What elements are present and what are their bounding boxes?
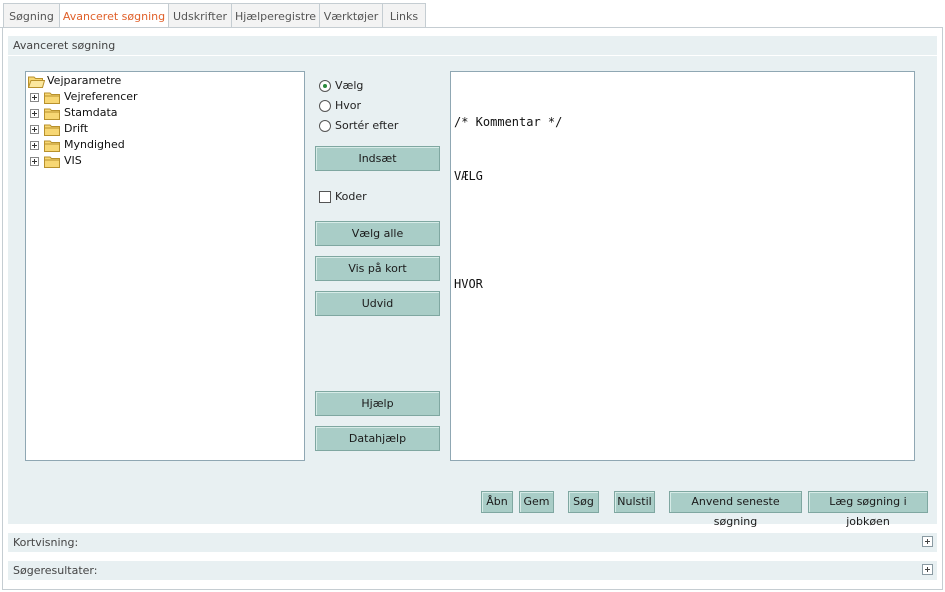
radio-where[interactable]: Hvor [319, 98, 429, 114]
tree-node-label: Myndighed [64, 138, 125, 151]
editor-line: VÆLG [454, 169, 483, 183]
tree-node-label: Vejreferencer [64, 90, 138, 103]
query-editor[interactable]: /* Kommentar */ VÆLG HVOR [450, 71, 915, 461]
expand-plus-icon[interactable] [30, 141, 39, 150]
search-button[interactable]: Søg [568, 491, 599, 513]
tree-node-label: VIS [64, 154, 82, 167]
select-all-button[interactable]: Vælg alle [315, 221, 440, 246]
tab-help-registers[interactable]: Hjælperegistre [231, 3, 320, 28]
tab-advanced-search[interactable]: Avanceret søgning [59, 3, 169, 29]
folder-icon [44, 140, 60, 152]
folder-icon [44, 92, 60, 104]
folder-icon [44, 156, 60, 168]
tree-root-label: Vejparametre [47, 74, 122, 87]
help-button[interactable]: Hjælp [315, 391, 440, 416]
editor-line: /* Kommentar */ [454, 115, 563, 129]
radio-label: Sortér efter [335, 119, 399, 132]
open-button[interactable]: Åbn [481, 491, 513, 513]
editor-line: HVOR [454, 277, 483, 291]
tab-links[interactable]: Links [382, 3, 426, 28]
save-button[interactable]: Gem [519, 491, 554, 513]
codes-checkbox-row[interactable]: Koder [319, 189, 399, 205]
parameter-tree[interactable]: Vejparametre Vejreferencer Stamdata Drif… [25, 71, 305, 461]
apply-latest-search-button[interactable]: Anvend seneste søgning [669, 491, 802, 528]
panel-title: Avanceret søgning [13, 39, 116, 52]
tree-node-label: Drift [64, 122, 89, 135]
expand-plus-icon[interactable] [922, 536, 933, 547]
expand-plus-icon[interactable] [30, 109, 39, 118]
section-label: Kortvisning: [13, 536, 79, 549]
expand-plus-icon[interactable] [30, 93, 39, 102]
radio-select[interactable]: Vælg [319, 78, 429, 94]
radio-button[interactable] [319, 120, 331, 132]
radio-label: Hvor [335, 99, 362, 112]
codes-checkbox[interactable] [319, 191, 331, 203]
tree-node-label: Stamdata [64, 106, 118, 119]
folder-icon [44, 108, 60, 120]
expand-plus-icon[interactable] [30, 125, 39, 134]
panel-header-divider [8, 55, 937, 56]
folder-icon [44, 124, 60, 136]
expand-plus-icon[interactable] [30, 157, 39, 166]
show-on-map-button[interactable]: Vis på kort [315, 256, 440, 281]
section-label: Søgeresultater: [13, 564, 98, 577]
radio-label: Vælg [335, 79, 364, 92]
reset-button[interactable]: Nulstil [614, 491, 655, 513]
codes-checkbox-label: Koder [335, 190, 367, 203]
tab-tools[interactable]: Værktøjer [319, 3, 383, 28]
search-results-section[interactable]: Søgeresultater: [8, 561, 937, 580]
data-help-button[interactable]: Datahjælp [315, 426, 440, 451]
expand-plus-icon[interactable] [922, 564, 933, 575]
folder-open-icon [28, 76, 45, 88]
radio-button[interactable] [319, 100, 331, 112]
radio-sort-by[interactable]: Sortér efter [319, 118, 429, 134]
tab-search[interactable]: Søgning [3, 3, 60, 28]
radio-button-selected[interactable] [319, 80, 331, 92]
map-view-section[interactable]: Kortvisning: [8, 533, 937, 552]
expand-button[interactable]: Udvid [315, 291, 440, 316]
queue-search-job-button[interactable]: Læg søgning i jobkøen [808, 491, 928, 528]
insert-button[interactable]: Indsæt [315, 146, 440, 171]
tab-reports[interactable]: Udskrifter [168, 3, 232, 28]
